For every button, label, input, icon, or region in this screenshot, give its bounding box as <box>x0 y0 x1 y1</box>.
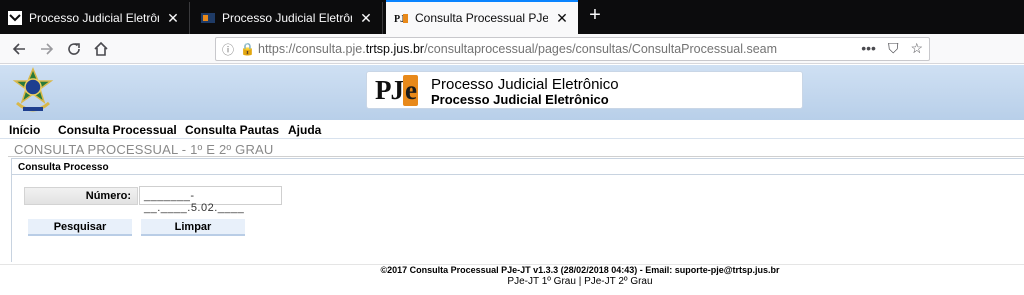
pesquisar-button[interactable]: Pesquisar <box>28 219 132 236</box>
pje-logo-box: PJe Processo Judicial Eletrônico Process… <box>366 71 803 109</box>
menu-item-ajuda[interactable]: Ajuda <box>288 123 321 137</box>
page-title: CONSULTA PROCESSUAL - 1º E 2º GRAU <box>14 142 274 157</box>
menu-item-consulta-pautas[interactable]: Consulta Pautas <box>185 123 279 137</box>
panel-title: Consulta Processo <box>12 159 1024 175</box>
url-bar[interactable]: ⓘ 🔒 https://consulta.pje. trtsp.jus.br/co… <box>215 37 930 61</box>
brazil-coat-of-arms-icon <box>12 67 54 112</box>
browser-tab-2[interactable]: Processo Judicial Eletrônico: [c ✕ <box>193 2 383 34</box>
tab-close-icon[interactable]: ✕ <box>358 10 374 27</box>
limpar-button[interactable]: Limpar <box>141 219 245 236</box>
new-tab-button[interactable]: + <box>584 4 606 26</box>
reload-icon <box>68 43 80 55</box>
pje-favicon-icon <box>201 13 215 23</box>
forward-arrow-icon <box>41 43 54 55</box>
back-button[interactable] <box>8 38 30 60</box>
numero-label: Número: <box>24 187 138 205</box>
tab-title: Consulta Processual PJe-JT <box>415 11 548 25</box>
banner-subtitle: Processo Judicial Eletrônico <box>431 92 609 107</box>
main-menu: Início Consulta Processual Consulta Paut… <box>0 120 1024 139</box>
numero-processo-input[interactable]: _______-__.____.5.02.____ <box>139 186 282 214</box>
page-actions-icon[interactable]: ••• <box>861 40 876 57</box>
pje-logo-text: PJ <box>375 75 404 105</box>
home-icon <box>94 41 108 56</box>
tab-title: Processo Judicial Eletrônico: [c <box>222 11 352 25</box>
home-button[interactable] <box>90 38 112 60</box>
bookmark-star-icon[interactable]: ☆ <box>910 40 923 57</box>
pje-favicon-icon: PJ <box>394 14 408 25</box>
browser-tab-strip: Processo Judicial Eletrônico - T ✕ Proce… <box>0 0 1024 34</box>
forward-button[interactable] <box>36 38 58 60</box>
url-host: trtsp.jus.br <box>365 42 425 56</box>
info-icon[interactable]: ⓘ <box>222 41 238 58</box>
pje-favicon-icon <box>8 11 22 25</box>
pocket-icon[interactable]: ⛉ <box>888 40 899 57</box>
footer-copyright: ©2017 Consulta Processual PJe-JT v1.3.3 … <box>380 265 780 275</box>
lock-warning-icon[interactable]: 🔒 <box>240 42 256 56</box>
consulta-processo-panel: Consulta Processo Número: _______-__.___… <box>11 158 1024 262</box>
reload-button[interactable] <box>63 38 85 60</box>
back-arrow-icon <box>12 43 25 55</box>
tab-close-icon[interactable]: ✕ <box>554 10 570 27</box>
pje-logo: PJe <box>375 75 418 106</box>
browser-tab-1[interactable]: Processo Judicial Eletrônico - T ✕ <box>0 2 190 34</box>
url-path: /consultaprocessual/pages/consultas/Cons… <box>424 42 778 56</box>
divider <box>8 156 1024 157</box>
menu-item-inicio[interactable]: Início <box>9 123 40 137</box>
site-banner: PJe Processo Judicial Eletrônico Process… <box>0 65 1024 120</box>
menu-item-consulta-processual[interactable]: Consulta Processual <box>58 123 177 137</box>
banner-title: Processo Judicial Eletrônico <box>431 76 619 93</box>
pje-logo-letter: e <box>403 75 418 106</box>
tab-title: Processo Judicial Eletrônico - T <box>29 11 159 25</box>
tab-close-icon[interactable]: ✕ <box>165 10 181 27</box>
url-prefix: https://consulta.pje. <box>258 42 366 56</box>
browser-tab-3[interactable]: PJ Consulta Processual PJe-JT ✕ <box>386 0 578 34</box>
browser-nav-bar: ⓘ 🔒 https://consulta.pje. trtsp.jus.br/co… <box>0 34 1024 64</box>
page-content: PJe Processo Judicial Eletrônico Process… <box>0 65 1024 295</box>
footer-links[interactable]: PJe-JT 1º Grau | PJe-JT 2º Grau <box>0 276 1024 287</box>
